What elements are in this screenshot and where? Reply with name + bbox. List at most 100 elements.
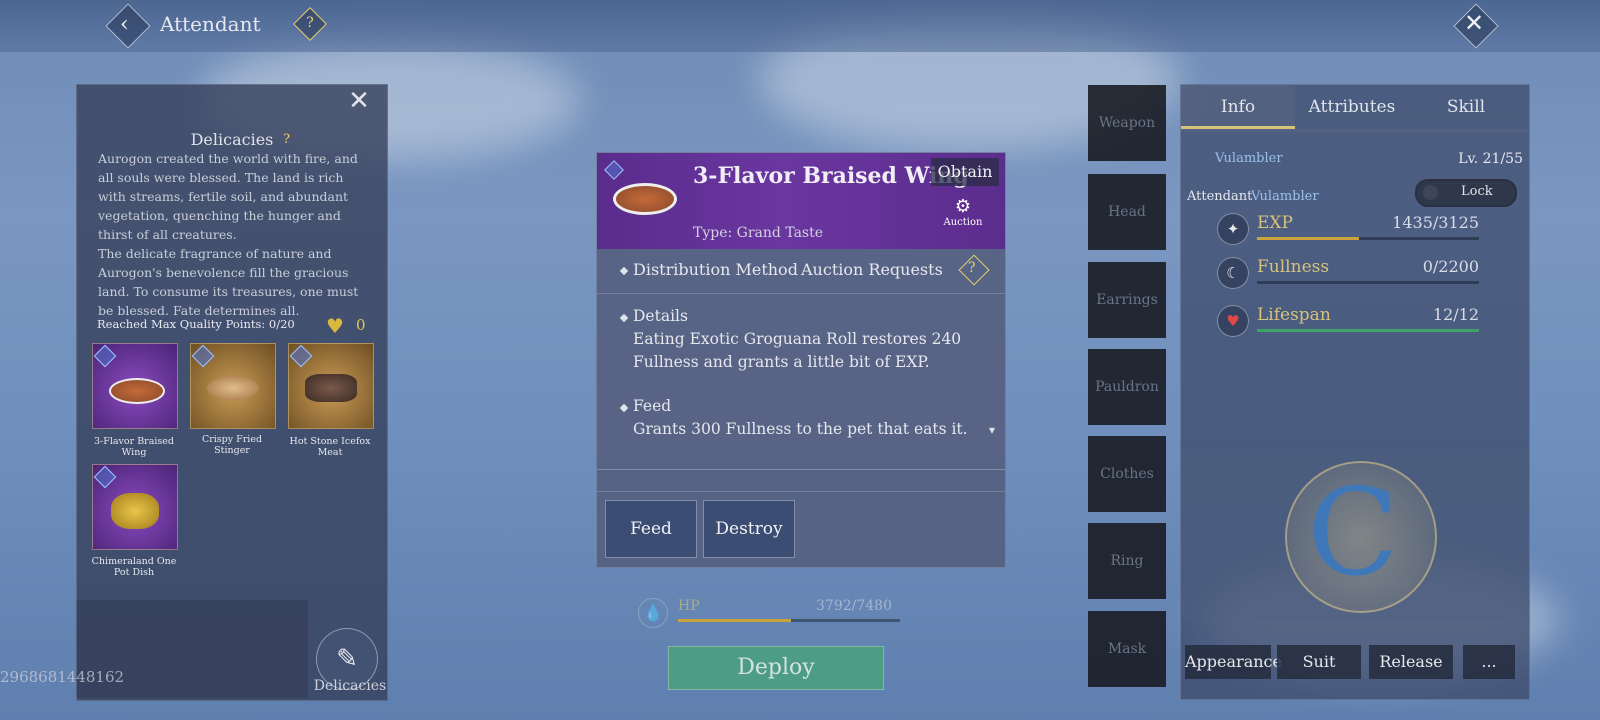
scroll-down-icon[interactable]: ▾ [989, 423, 995, 437]
hp-bar-fill [678, 619, 791, 622]
slot-earrings[interactable]: Earrings [1088, 262, 1166, 338]
gem-icon [289, 344, 313, 368]
appearance-button[interactable]: Appearance [1185, 645, 1282, 679]
close-icon: ✕ [1464, 9, 1485, 37]
item-type: Type: Grand Taste [693, 225, 824, 241]
distribution-row: Distribution Method Auction Requests ? [597, 249, 1005, 294]
divider [597, 491, 1005, 492]
pet-level: Lv. 21/55 [1458, 151, 1523, 167]
chevron-left-icon: ‹ [120, 12, 129, 37]
page-title: Attendant [160, 12, 261, 36]
slot-pauldron[interactable]: Pauldron [1088, 349, 1166, 425]
tab-info[interactable]: Info [1181, 85, 1295, 129]
lock-label: Lock [1461, 184, 1493, 199]
fullness-icon: ☾ [1217, 257, 1249, 289]
hp-label: HP [678, 598, 700, 614]
bullet-icon [619, 313, 629, 323]
deploy-button[interactable]: Deploy [668, 646, 884, 690]
dish-icon [109, 378, 165, 404]
stat-value: 0/2200 [1422, 257, 1479, 276]
panel-title: Delicacies [190, 130, 274, 149]
suit-button[interactable]: Suit [1277, 645, 1361, 679]
attendant-name: Vulambler [1251, 189, 1319, 204]
gem-icon [604, 160, 624, 180]
food-name: Chimeraland One Pot Dish [91, 556, 177, 578]
slot-weapon[interactable]: Weapon [1088, 85, 1166, 161]
help-icon[interactable]: ? [283, 132, 290, 147]
stat-bar-fill [1257, 329, 1479, 332]
slot-clothes[interactable]: Clothes [1088, 436, 1166, 512]
delicacies-label: Delicacies [313, 678, 387, 694]
stat-name: Fullness [1257, 257, 1330, 277]
destroy-button[interactable]: Destroy [703, 500, 795, 558]
slot-ring[interactable]: Ring [1088, 523, 1166, 599]
stat-bar [1257, 329, 1479, 332]
question-icon: ? [968, 260, 976, 276]
food-card-hot-stone-icefox-meat[interactable] [288, 343, 374, 429]
dish-icon [305, 374, 357, 402]
pet-name: Vulambler [1215, 151, 1283, 166]
details-text: Eating Exotic Groguana Roll restores 240… [633, 330, 962, 371]
food-name: 3-Flavor Braised Wing [94, 436, 174, 458]
dish-icon [207, 376, 259, 400]
auction-requests: Auction Requests [801, 260, 943, 279]
feed-button[interactable]: Feed [605, 500, 697, 558]
pet-emblem: C [1181, 449, 1529, 621]
auction-icon[interactable]: ⚙ Auction [941, 196, 985, 229]
gem-icon [191, 344, 215, 368]
divider [597, 469, 1005, 470]
more-button[interactable]: ... [1463, 645, 1515, 679]
stat-value: 12/12 [1432, 305, 1479, 324]
heart-count: 0 [356, 316, 366, 334]
slot-head[interactable]: Head [1088, 174, 1166, 250]
slot-mask[interactable]: Mask [1088, 611, 1166, 687]
panel-description: Aurogon created the world with fire, and… [98, 151, 359, 318]
heart-icon: ♥ [1217, 305, 1249, 337]
stat-name: EXP [1257, 213, 1293, 233]
tab-attributes[interactable]: Attributes [1295, 85, 1409, 129]
food-name: Crispy Fried Stinger [201, 434, 263, 456]
stat-bar-fill [1257, 237, 1359, 240]
stat-value: 1435/3125 [1392, 213, 1479, 232]
feed-text: Grants 300 Fullness to the pet that eats… [633, 420, 968, 438]
item-header: 3-Flavor Braised Wing Obtain ⚙ Auction T… [597, 153, 1005, 249]
details-title: Details [633, 307, 688, 325]
distribution-method: Distribution Method [633, 260, 798, 279]
food-card-3-flavor-braised-wing[interactable] [92, 343, 178, 429]
auction-symbol-icon: ⚙ [954, 196, 972, 217]
tab-divider [1181, 129, 1529, 132]
stat-bar [1257, 237, 1479, 240]
stat-bar [1257, 281, 1479, 284]
dish-icon [613, 183, 677, 215]
bullet-icon [619, 266, 629, 276]
food-name: Hot Stone Icefox Meat [289, 436, 371, 458]
toggle-knob [1423, 185, 1438, 200]
tab-skill[interactable]: Skill [1409, 85, 1523, 129]
user-id: 2968681448162 [0, 668, 125, 686]
attendant-label: Attendant [1187, 189, 1253, 204]
gem-icon [93, 344, 117, 368]
food-card-crispy-fried-stinger[interactable] [190, 343, 276, 429]
max-quality-text: Reached Max Quality Points: 0/20 [97, 317, 295, 331]
obtain-button[interactable]: Obtain [931, 158, 999, 186]
heart-icon: ♥ [326, 314, 344, 338]
info-panel: Info Attributes Skill Vulambler Lv. 21/5… [1180, 84, 1530, 700]
item-detail-modal: 3-Flavor Braised Wing Obtain ⚙ Auction T… [596, 152, 1006, 568]
crescent-icon: C [1307, 464, 1399, 603]
release-button[interactable]: Release [1369, 645, 1453, 679]
bullet-icon [619, 403, 629, 413]
question-icon: ? [306, 15, 314, 31]
dish-icon [111, 493, 159, 529]
item-name: 3-Flavor Braised Wing [693, 163, 969, 189]
close-panel-button[interactable]: ✕ [346, 88, 372, 114]
auction-label: Auction [943, 217, 983, 228]
feed-title: Feed [633, 397, 672, 415]
stat-name: Lifespan [1257, 305, 1331, 325]
exp-icon: ✦ [1217, 213, 1249, 245]
lock-toggle[interactable]: Lock [1415, 179, 1517, 207]
hp-bar [678, 619, 900, 622]
hp-icon: 💧 [638, 598, 668, 628]
gem-icon [93, 465, 117, 489]
food-card-chimeraland-one-pot-dish[interactable] [92, 464, 178, 550]
hp-value: 3792/7480 [816, 598, 892, 614]
